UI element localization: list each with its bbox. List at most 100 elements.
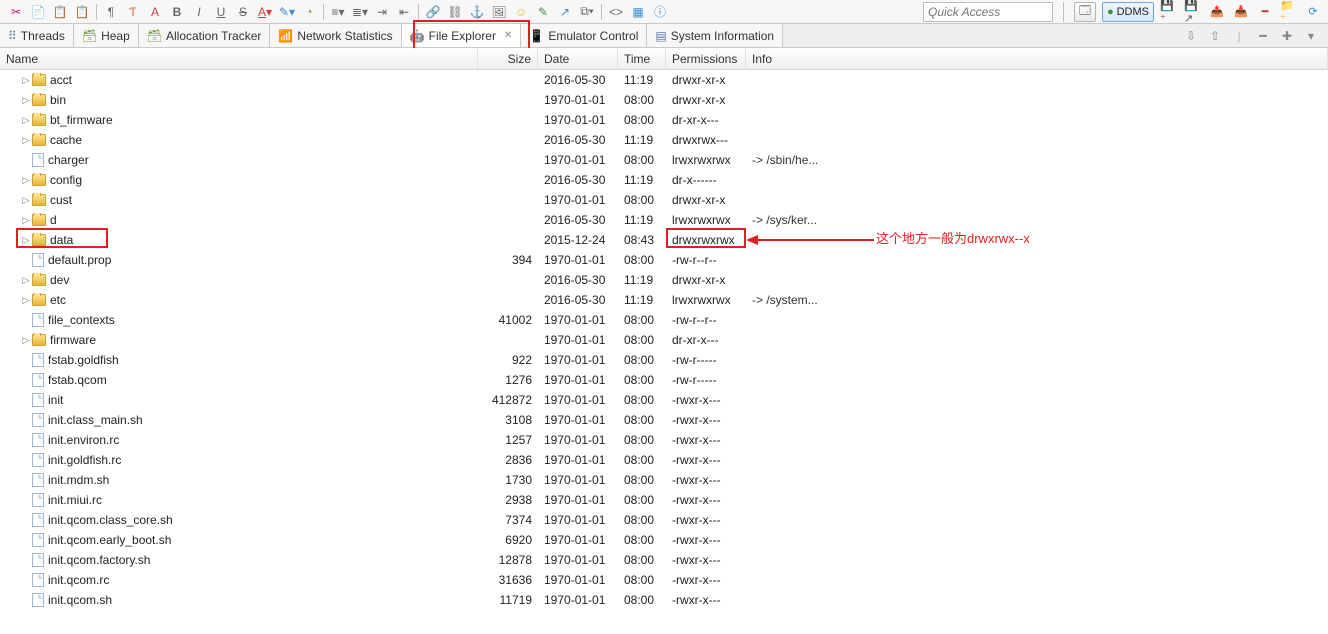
expand-twisty[interactable]: ▷ <box>20 115 32 126</box>
heap-icon: 🗃 <box>82 29 97 43</box>
refresh-icon[interactable]: ⟳ <box>1304 3 1322 21</box>
table-row[interactable]: init.qcom.factory.sh128781970-01-0108:00… <box>0 550 1328 570</box>
anchor-icon[interactable]: ⚓ <box>467 2 487 22</box>
load-db-icon[interactable]: 💾↗ <box>1184 3 1202 21</box>
strike-icon[interactable]: S <box>233 2 253 22</box>
tab-network-statistics[interactable]: 📶 Network Statistics <box>270 24 401 47</box>
italic-icon[interactable]: I <box>189 2 209 22</box>
col-header-time[interactable]: Time <box>618 48 666 69</box>
table-row[interactable]: init.mdm.sh17301970-01-0108:00-rwxr-x--- <box>0 470 1328 490</box>
table-row[interactable]: init.qcom.early_boot.sh69201970-01-0108:… <box>0 530 1328 550</box>
highlight-icon[interactable]: ✎▾ <box>277 2 297 22</box>
delete-file-icon[interactable]: ━ <box>1256 3 1274 21</box>
table-row[interactable]: ▷cache2016-05-3011:19drwxrwx--- <box>0 130 1328 150</box>
tab-allocation-tracker[interactable]: 🗃 Allocation Tracker <box>139 24 271 47</box>
bold-icon[interactable]: B <box>167 2 187 22</box>
table-row[interactable]: ▷dev2016-05-3011:19drwxr-xr-x <box>0 270 1328 290</box>
expand-twisty[interactable]: ▷ <box>20 195 32 206</box>
expand-twisty[interactable]: ▷ <box>20 235 32 246</box>
format-icon[interactable]: ¶ <box>101 2 121 22</box>
table-row[interactable]: init.miui.rc29381970-01-0108:00-rwxr-x--… <box>0 490 1328 510</box>
preview-icon[interactable]: ▦ <box>628 2 648 22</box>
indent-more-icon[interactable]: ⇥ <box>372 2 392 22</box>
save-db-icon[interactable]: 💾⁺ <box>1160 3 1178 21</box>
ddms-perspective-button[interactable]: ● DDMS <box>1102 2 1154 22</box>
table-row[interactable]: init4128721970-01-0108:00-rwxr-x--- <box>0 390 1328 410</box>
col-header-name[interactable]: Name <box>0 48 478 69</box>
mark-icon[interactable]: ◔ <box>299 2 319 22</box>
table-row[interactable]: ▷bt_firmware1970-01-0108:00dr-xr-x--- <box>0 110 1328 130</box>
paste-icon[interactable]: 📋 <box>50 2 70 22</box>
table-row[interactable]: file_contexts410021970-01-0108:00-rw-r--… <box>0 310 1328 330</box>
push-icon[interactable]: ⇧ <box>1206 27 1224 45</box>
table-row[interactable]: init.qcom.rc316361970-01-0108:00-rwxr-x-… <box>0 570 1328 590</box>
new-folder-icon[interactable]: 📁⁺ <box>1280 3 1298 21</box>
table-row[interactable]: ▷bin1970-01-0108:00drwxr-xr-x <box>0 90 1328 110</box>
numbered-list-icon[interactable]: ≣▾ <box>350 2 370 22</box>
align-icon[interactable]: ≡▾ <box>328 2 348 22</box>
table-row[interactable]: init.environ.rc12571970-01-0108:00-rwxr-… <box>0 430 1328 450</box>
font-icon[interactable]: A <box>145 2 165 22</box>
close-tab-icon[interactable]: ✕ <box>500 30 512 41</box>
cut-icon[interactable]: ✂ <box>6 2 26 22</box>
minus-icon[interactable]: ━ <box>1254 27 1272 45</box>
col-header-size[interactable]: Size <box>478 48 538 69</box>
tab-threads[interactable]: ⠿ Threads <box>0 24 74 47</box>
tab-emulator-control[interactable]: 📱 Emulator Control <box>521 24 647 47</box>
table-row[interactable]: init.class_main.sh31081970-01-0108:00-rw… <box>0 410 1328 430</box>
menu-chevron-icon[interactable]: ▾ <box>1302 27 1320 45</box>
table-row[interactable]: ▷etc2016-05-3011:19lrwxrwxrwx-> /system.… <box>0 290 1328 310</box>
table-row[interactable]: ▷config2016-05-3011:19dr-x------ <box>0 170 1328 190</box>
table-row[interactable]: fstab.goldfish9221970-01-0108:00-rw-r---… <box>0 350 1328 370</box>
code-icon[interactable]: <> <box>606 2 626 22</box>
template-icon[interactable]: ⧉▾ <box>577 2 597 22</box>
tab-system-information[interactable]: ▤ System Information <box>647 24 783 47</box>
expand-twisty[interactable]: ▷ <box>20 135 32 146</box>
table-row[interactable]: init.goldfish.rc28361970-01-0108:00-rwxr… <box>0 450 1328 470</box>
table-row[interactable]: fstab.qcom12761970-01-0108:00-rw-r----- <box>0 370 1328 390</box>
tab-heap[interactable]: 🗃 Heap <box>74 24 139 47</box>
expand-twisty[interactable]: ▷ <box>20 175 32 186</box>
pull-icon[interactable]: ⇩ <box>1182 27 1200 45</box>
export-icon[interactable]: ↗ <box>555 2 575 22</box>
col-header-permissions[interactable]: Permissions <box>666 48 746 69</box>
table-row[interactable]: init.qcom.class_core.sh73741970-01-0108:… <box>0 510 1328 530</box>
link-icon[interactable]: 🔗 <box>423 2 443 22</box>
table-row[interactable]: ▷firmware1970-01-0108:00dr-xr-x--- <box>0 330 1328 350</box>
cell-date: 1970-01-01 <box>538 553 618 567</box>
table-row[interactable]: ▷d2016-05-3011:19lrwxrwxrwx-> /sys/ker..… <box>0 210 1328 230</box>
unlink-icon[interactable]: ⛓ <box>445 2 465 22</box>
indent-less-icon[interactable]: ⇤ <box>394 2 414 22</box>
table-row[interactable]: default.prop3941970-01-0108:00-rw-r--r-- <box>0 250 1328 270</box>
table-row[interactable]: charger1970-01-0108:00lrwxrwxrwx-> /sbin… <box>0 150 1328 170</box>
smiley-icon[interactable]: ☺ <box>511 2 531 22</box>
copy-icon[interactable]: 📄 <box>28 2 48 22</box>
expand-twisty[interactable]: ▷ <box>20 75 32 86</box>
quick-access-input[interactable] <box>923 2 1053 22</box>
table-row[interactable]: ▷data2015-12-2408:43drwxrwxrwx <box>0 230 1328 250</box>
expand-twisty[interactable]: ▷ <box>20 335 32 346</box>
underline-icon[interactable]: U <box>211 2 231 22</box>
tab-file-explorer[interactable]: 🤖 File Explorer ✕ <box>402 24 522 47</box>
cell-permissions: -rwxr-x--- <box>666 393 746 407</box>
col-header-date[interactable]: Date <box>538 48 618 69</box>
table-row[interactable]: ▷acct2016-05-3011:19drwxr-xr-x <box>0 70 1328 90</box>
text-color-icon[interactable]: A▾ <box>255 2 275 22</box>
expand-twisty[interactable]: ▷ <box>20 295 32 306</box>
expand-twisty[interactable]: ▷ <box>20 275 32 286</box>
image-icon[interactable]: 🖼 <box>489 2 509 22</box>
edit-icon[interactable]: ✎ <box>533 2 553 22</box>
col-header-info[interactable]: Info <box>746 48 1328 69</box>
expand-twisty[interactable]: ▷ <box>20 95 32 106</box>
plus-icon[interactable]: ✚ <box>1278 27 1296 45</box>
paste-from-icon[interactable]: 📋 <box>72 2 92 22</box>
table-row[interactable]: ▷cust1970-01-0108:00drwxr-xr-x <box>0 190 1328 210</box>
clear-format-icon[interactable]: Ƭ <box>123 2 143 22</box>
open-perspective-button[interactable]: 🗔 <box>1074 2 1096 22</box>
pull-file-icon[interactable]: 📤 <box>1208 3 1226 21</box>
push-file-icon[interactable]: 📥 <box>1232 3 1250 21</box>
expand-twisty[interactable]: ▷ <box>20 215 32 226</box>
cell-time: 08:00 <box>618 373 666 387</box>
table-row[interactable]: init.qcom.sh117191970-01-0108:00-rwxr-x-… <box>0 590 1328 610</box>
info-icon[interactable]: ⓘ <box>650 2 670 22</box>
